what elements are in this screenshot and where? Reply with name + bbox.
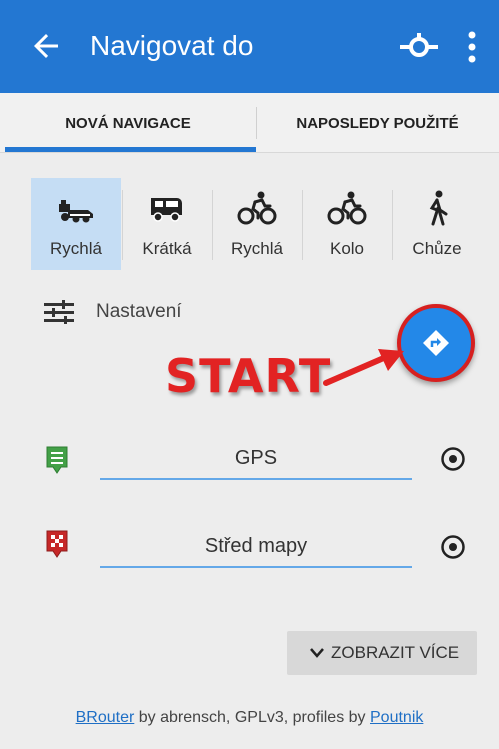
- show-more-button[interactable]: ZOBRAZIT VÍCE: [287, 631, 477, 675]
- show-more-label: ZOBRAZIT VÍCE: [331, 643, 460, 662]
- settings-link[interactable]: Nastavení: [96, 300, 182, 324]
- mode-fast-car[interactable]: Rychlá: [31, 178, 121, 270]
- sliders-icon[interactable]: [44, 300, 74, 324]
- poutnik-link[interactable]: Poutnik: [370, 709, 423, 726]
- start-navigation-button[interactable]: [397, 304, 475, 382]
- tab-indicator: [5, 147, 256, 152]
- tab-new-navigation[interactable]: NOVÁ NAVIGACE: [0, 93, 256, 152]
- chevron-down-icon: [310, 648, 324, 658]
- app-bar: Navigovat do: [0, 0, 499, 93]
- car-icon: [59, 200, 93, 223]
- credits-text: by abrensch, GPLv3, profiles by: [138, 709, 366, 726]
- finish-flag-red-icon: [46, 530, 68, 558]
- walking-icon: [429, 190, 448, 226]
- mode-label: Krátká: [142, 239, 192, 258]
- bicycle-icon: [327, 191, 367, 225]
- footer-credits: BRouter by abrensch, GPLv3, profiles by …: [0, 707, 499, 729]
- van-icon: [151, 198, 182, 222]
- mode-walking[interactable]: Chůze: [392, 178, 482, 270]
- target-location-icon[interactable]: [440, 446, 466, 472]
- start-annotation-arrow: [323, 349, 404, 386]
- target-location-icon[interactable]: [440, 534, 466, 560]
- end-point-field[interactable]: Střed mapy: [100, 526, 412, 568]
- road-bike-icon: [237, 191, 277, 225]
- brouter-link[interactable]: BRouter: [76, 709, 135, 726]
- navigation-turn-icon: [423, 330, 449, 356]
- start-annotation-label: START: [165, 349, 332, 403]
- arrow-left-icon[interactable]: [28, 28, 64, 64]
- mode-short-van[interactable]: Krátká: [122, 178, 212, 270]
- start-flag-green-icon: [46, 446, 68, 474]
- mode-label: Rychlá: [231, 239, 283, 258]
- mode-label: Kolo: [329, 239, 365, 258]
- tab-recently-used[interactable]: NAPOSLEDY POUŽITÉ: [256, 93, 499, 152]
- mode-label: Chůze: [412, 239, 462, 258]
- mode-fast-bike[interactable]: Rychlá: [212, 178, 302, 270]
- map-pin-target-icon[interactable]: [400, 29, 438, 65]
- mode-bicycle[interactable]: Kolo: [302, 178, 392, 270]
- start-point-field[interactable]: GPS: [100, 438, 412, 480]
- page-title: Navigovat do: [90, 30, 254, 61]
- tab-bar: NOVÁ NAVIGACE NAPOSLEDY POUŽITÉ: [0, 93, 499, 153]
- more-vertical-icon[interactable]: [466, 30, 478, 64]
- mode-label: Rychlá: [50, 239, 102, 258]
